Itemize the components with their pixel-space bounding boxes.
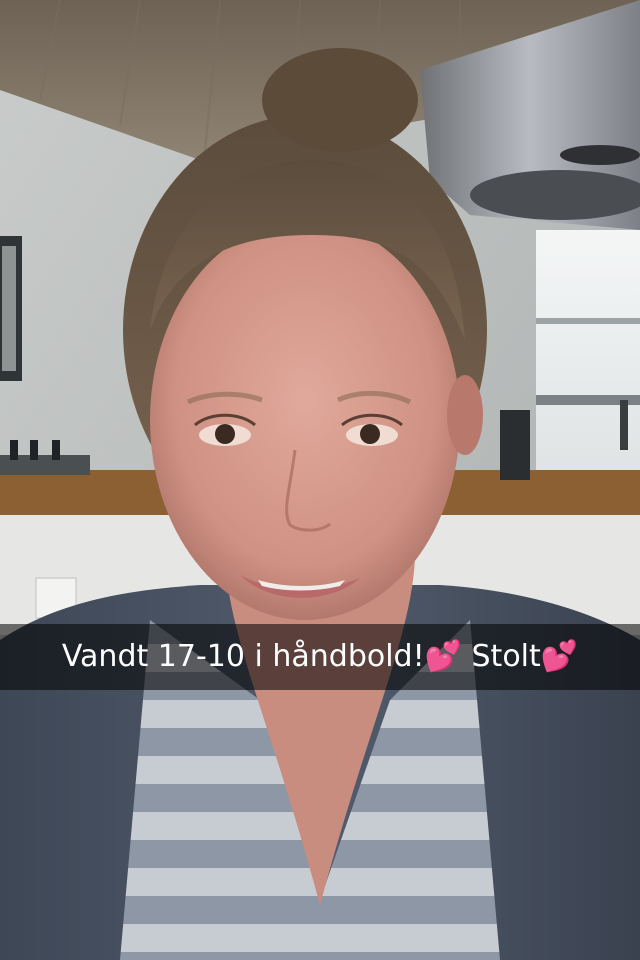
caption-bar[interactable]: Vandt 17-10 i håndbold!💕 Stolt💕 (0, 624, 640, 690)
snap-photo-view[interactable]: Vandt 17-10 i håndbold!💕 Stolt💕 (0, 0, 640, 960)
selfie-photo (0, 0, 640, 960)
caption-text: Vandt 17-10 i håndbold!💕 Stolt💕 (61, 639, 579, 674)
